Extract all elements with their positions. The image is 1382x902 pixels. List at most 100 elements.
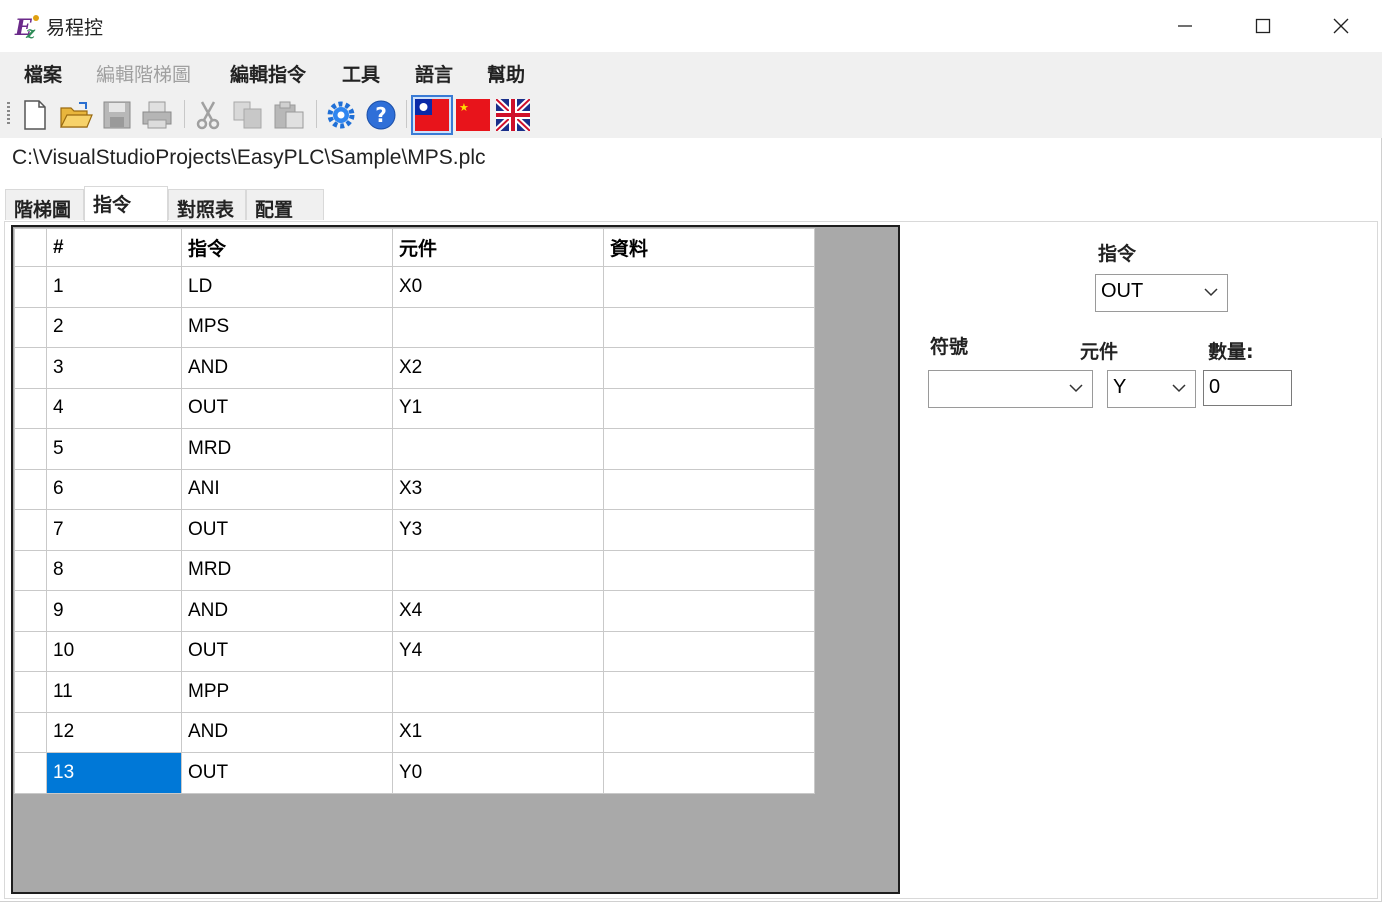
table-row[interactable]: 5 MRD [14,428,815,470]
menu-edit-instruction[interactable]: 編輯指令 [230,60,306,87]
cell-instruction[interactable]: OUT [181,509,393,551]
cell-instruction[interactable]: MPS [181,306,393,348]
column-header-instruction[interactable]: 指令 [181,228,393,267]
cell-instruction[interactable]: OUT [181,630,393,672]
cell-number[interactable]: 12 [46,711,182,753]
cell-element[interactable]: Y0 [392,752,604,794]
row-header[interactable] [14,549,47,591]
tab-ladder[interactable]: 階梯圖 [5,189,84,221]
settings-button[interactable] [323,97,359,133]
table-row[interactable]: 9 AND X4 [14,590,815,632]
language-china-button[interactable]: ★ [455,97,491,133]
cell-data[interactable] [603,590,815,632]
toolbar-grip[interactable] [7,102,10,126]
row-header[interactable] [14,266,47,308]
cell-data[interactable] [603,387,815,429]
row-header[interactable] [14,509,47,551]
cell-number[interactable]: 7 [46,509,182,551]
cell-number[interactable]: 3 [46,347,182,389]
cell-instruction[interactable]: MPP [181,671,393,713]
minimize-button[interactable] [1146,0,1224,52]
paste-button[interactable] [271,97,307,133]
column-header-element[interactable]: 元件 [392,228,604,267]
cell-element[interactable] [392,428,604,470]
cell-element[interactable] [392,549,604,591]
row-header[interactable] [14,671,47,713]
table-row[interactable]: 8 MRD [14,549,815,591]
cell-element[interactable]: Y4 [392,630,604,672]
table-row[interactable]: 3 AND X2 [14,347,815,389]
cell-number[interactable]: 10 [46,630,182,672]
table-row[interactable]: 6 ANI X3 [14,468,815,510]
row-header[interactable] [14,752,47,794]
cell-number-selected[interactable]: 13 [46,752,182,794]
cell-number[interactable]: 4 [46,387,182,429]
cell-instruction[interactable]: OUT [181,387,393,429]
cell-instruction[interactable]: LD [181,266,393,308]
cell-data[interactable] [603,711,815,753]
table-row[interactable]: 2 MPS [14,306,815,348]
cell-number[interactable]: 5 [46,428,182,470]
column-header-number[interactable]: # [46,228,182,267]
menu-tools[interactable]: 工具 [342,60,380,87]
cell-instruction[interactable]: AND [181,590,393,632]
cell-element[interactable]: Y3 [392,509,604,551]
cell-data[interactable] [603,630,815,672]
open-file-button[interactable] [58,97,94,133]
cell-number[interactable]: 6 [46,468,182,510]
row-header[interactable] [14,711,47,753]
menu-edit-ladder[interactable]: 編輯階梯圖 [96,60,191,87]
cell-element[interactable]: Y1 [392,387,604,429]
cell-instruction[interactable]: AND [181,347,393,389]
row-header[interactable] [14,347,47,389]
cell-data[interactable] [603,509,815,551]
cell-instruction[interactable]: MRD [181,549,393,591]
maximize-button[interactable] [1224,0,1302,52]
cell-data[interactable] [603,549,815,591]
cell-number[interactable]: 2 [46,306,182,348]
cell-data[interactable] [603,266,815,308]
instruction-select[interactable]: OUT [1095,274,1228,312]
menu-language[interactable]: 語言 [415,60,453,87]
cell-instruction[interactable]: MRD [181,428,393,470]
cell-number[interactable]: 1 [46,266,182,308]
quantity-input[interactable]: 0 [1203,370,1292,406]
row-header[interactable] [14,468,47,510]
table-row[interactable]: 11 MPP [14,671,815,713]
row-header[interactable] [14,590,47,632]
table-row[interactable]: 7 OUT Y3 [14,509,815,551]
cell-data[interactable] [603,347,815,389]
cell-element[interactable]: X4 [392,590,604,632]
save-button[interactable] [99,97,135,133]
cell-element[interactable]: X0 [392,266,604,308]
menu-file[interactable]: 檔案 [24,60,62,87]
cell-element[interactable]: X1 [392,711,604,753]
row-header-corner[interactable] [14,228,47,267]
cell-data[interactable] [603,428,815,470]
table-row-selected[interactable]: 13 OUT Y0 [14,752,815,794]
instruction-grid[interactable]: # 指令 元件 資料 1 LD X0 2 MPS 3 AND X2 4 OUT Y1 5 MRD… [11,225,900,894]
table-row[interactable]: 1 LD X0 [14,266,815,308]
cell-element[interactable]: X2 [392,347,604,389]
copy-button[interactable] [230,97,266,133]
language-taiwan-button[interactable] [411,95,453,135]
row-header[interactable] [14,387,47,429]
cell-instruction[interactable]: ANI [181,468,393,510]
new-file-button[interactable] [17,97,53,133]
cell-number[interactable]: 11 [46,671,182,713]
cell-instruction[interactable]: AND [181,711,393,753]
symbol-select[interactable] [928,370,1093,408]
cell-number[interactable]: 9 [46,590,182,632]
cell-data[interactable] [603,752,815,794]
column-header-data[interactable]: 資料 [603,228,815,267]
row-header[interactable] [14,306,47,348]
cell-instruction[interactable]: OUT [181,752,393,794]
help-button[interactable]: ? [363,97,399,133]
language-english-button[interactable] [495,97,531,133]
table-row[interactable]: 12 AND X1 [14,711,815,753]
cell-data[interactable] [603,671,815,713]
row-header[interactable] [14,630,47,672]
row-header[interactable] [14,428,47,470]
menu-help[interactable]: 幫助 [487,60,525,87]
cell-element[interactable] [392,671,604,713]
